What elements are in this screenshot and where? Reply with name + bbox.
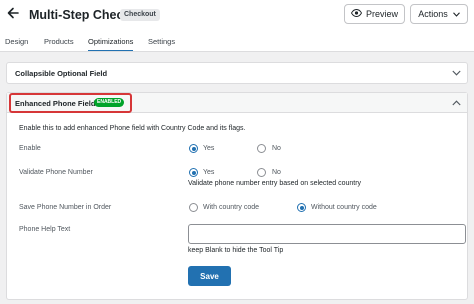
preview-label: Preview bbox=[365, 9, 398, 19]
enable-no-label: No bbox=[272, 145, 281, 152]
back-arrow-icon[interactable] bbox=[6, 6, 24, 24]
enable-yes-radio[interactable] bbox=[189, 144, 198, 153]
without-country-code-radio[interactable] bbox=[297, 203, 306, 212]
validate-help-text: Validate phone number entry based on sel… bbox=[188, 180, 362, 187]
help-text-hint: keep Blank to hide the Tool Tip bbox=[188, 247, 284, 254]
tab-design[interactable]: Design bbox=[5, 37, 28, 52]
panel-header[interactable]: Enhanced Phone Field ENABLED bbox=[7, 93, 467, 113]
save-button[interactable]: Save bbox=[188, 266, 231, 286]
enable-no-radio[interactable] bbox=[257, 144, 266, 153]
highlight-annotation bbox=[9, 93, 132, 113]
eye-icon bbox=[350, 9, 362, 19]
panel-title: Collapsible Optional Field bbox=[15, 69, 108, 78]
chevron-up-icon[interactable] bbox=[452, 98, 461, 108]
validate-label: Validate Phone Number bbox=[19, 169, 93, 176]
tab-optimizations[interactable]: Optimizations bbox=[88, 37, 134, 52]
without-country-code-label: Without country code bbox=[311, 204, 377, 211]
with-country-code-radio[interactable] bbox=[189, 203, 198, 212]
validate-yes-label: Yes bbox=[203, 169, 215, 176]
save-format-label: Save Phone Number in Order bbox=[19, 204, 112, 211]
help-text-input[interactable] bbox=[188, 224, 466, 244]
enable-yes-label: Yes bbox=[203, 145, 215, 152]
with-country-code-label: With country code bbox=[203, 204, 260, 211]
validate-no-label: No bbox=[272, 169, 281, 176]
tab-settings[interactable]: Settings bbox=[148, 37, 175, 52]
type-badge: Checkout bbox=[120, 9, 160, 21]
chevron-down-icon bbox=[452, 9, 460, 19]
chevron-down-icon[interactable] bbox=[452, 68, 461, 78]
collapsible-field-panel[interactable]: Collapsible Optional Field bbox=[6, 62, 468, 84]
enable-label: Enable bbox=[19, 145, 41, 152]
top-bar: Multi-Step Checkout Checkout Preview Act… bbox=[0, 0, 474, 52]
actions-button[interactable]: Actions bbox=[410, 4, 468, 24]
validate-no-radio[interactable] bbox=[257, 168, 266, 177]
tab-divider bbox=[0, 51, 474, 52]
preview-button[interactable]: Preview bbox=[344, 4, 405, 24]
tab-products[interactable]: Products bbox=[44, 37, 74, 52]
help-text-label: Phone Help Text bbox=[19, 226, 71, 233]
intro-text: Enable this to add enhanced Phone field … bbox=[19, 125, 246, 132]
actions-label: Actions bbox=[418, 9, 448, 19]
validate-yes-radio[interactable] bbox=[189, 168, 198, 177]
enhanced-phone-panel: Enhanced Phone Field ENABLED Enable this… bbox=[6, 92, 468, 300]
